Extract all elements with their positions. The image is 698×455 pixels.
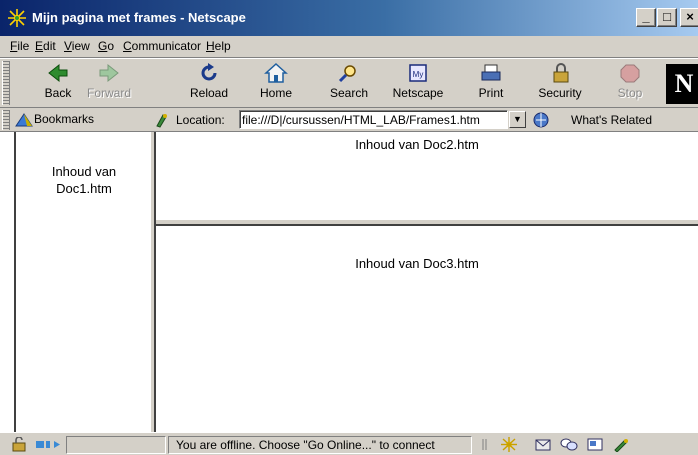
search-label: Search: [329, 86, 369, 100]
stop-label: Stop: [617, 86, 643, 100]
reload-icon: [201, 63, 217, 81]
netscape-label: Netscape: [392, 86, 444, 100]
reload-button[interactable]: Reload: [184, 62, 234, 106]
whats-related-icon[interactable]: [531, 111, 551, 129]
forward-arrow-icon: [99, 63, 119, 83]
security-lock-icon: [553, 63, 569, 83]
print-button[interactable]: Print: [471, 62, 511, 106]
location-toolbar: Bookmarks Location: file:///D|/cursussen…: [0, 108, 698, 132]
status-message: You are offline. Choose "Go Online..." t…: [176, 438, 435, 452]
home-button[interactable]: Home: [256, 62, 296, 106]
search-icon: [338, 65, 356, 83]
horizontal-frame-divider[interactable]: [156, 219, 698, 226]
composer-icon[interactable]: [612, 437, 630, 452]
security-status-icon[interactable]: [10, 437, 28, 452]
back-label: Back: [44, 86, 72, 100]
location-dropdown-button[interactable]: ▼: [509, 111, 526, 128]
navigator-component-icon[interactable]: [500, 437, 518, 452]
menu-edit[interactable]: Edit: [35, 39, 56, 53]
print-label: Print: [478, 86, 504, 100]
toolbar-grip[interactable]: [2, 61, 10, 105]
frame-bottom-text: Inhoud van Doc3.htm: [355, 256, 479, 271]
location-input[interactable]: file:///D|/cursussen/HTML_LAB/Frames1.ht…: [239, 110, 508, 129]
mail-component-icon[interactable]: [534, 437, 552, 452]
discussion-component-icon[interactable]: [560, 437, 578, 452]
title-bar[interactable]: Mijn pagina met frames - Netscape _ □ ×: [0, 0, 698, 36]
menu-communicator[interactable]: Communicator: [123, 39, 201, 53]
whats-related-button[interactable]: What's Related: [571, 113, 652, 127]
frame-top-text: Inhoud van Doc2.htm: [355, 137, 479, 152]
forward-label: Forward: [86, 86, 131, 100]
home-icon: [264, 62, 288, 83]
maximize-icon: □: [663, 9, 671, 24]
divider-bars-icon: [482, 439, 487, 450]
progress-meter: [66, 436, 166, 454]
home-label: Home: [259, 86, 292, 100]
search-button[interactable]: Search: [324, 62, 374, 106]
browser-window: Mijn pagina met frames - Netscape _ □ × …: [0, 0, 698, 455]
location-label: Location:: [176, 113, 225, 127]
print-icon: [481, 64, 501, 81]
close-button[interactable]: ×: [680, 8, 698, 27]
address-book-icon[interactable]: [586, 437, 604, 452]
minimize-button[interactable]: _: [636, 8, 656, 27]
location-grip[interactable]: [2, 110, 10, 130]
window-title: Mijn pagina met frames - Netscape: [32, 10, 246, 25]
maximize-button[interactable]: □: [657, 8, 677, 27]
security-label: Security: [538, 86, 582, 100]
minimize-icon: _: [642, 9, 650, 24]
netscape-app-icon: [8, 9, 26, 27]
netscape-button[interactable]: My Netscape: [387, 62, 449, 106]
navigation-toolbar: Back Forward Reload Home Search My Netsc…: [0, 58, 698, 108]
menu-go[interactable]: Go: [98, 39, 114, 53]
location-page-icon[interactable]: [154, 112, 170, 128]
bookmarks-icon: [15, 113, 33, 127]
back-button[interactable]: Back: [38, 62, 78, 106]
netscape-logo[interactable]: N: [666, 64, 698, 104]
stop-icon: [620, 64, 640, 83]
chevron-down-icon: ▼: [513, 114, 522, 124]
menu-view[interactable]: View: [64, 39, 90, 53]
status-bar: You are offline. Choose "Go Online..." t…: [0, 432, 698, 455]
frame-left[interactable]: Inhoud van Doc1.htm: [14, 132, 150, 432]
security-button[interactable]: Security: [532, 62, 588, 106]
reload-label: Reload: [189, 86, 229, 100]
stop-button[interactable]: Stop: [612, 62, 648, 106]
vertical-frame-divider[interactable]: [150, 132, 156, 432]
offline-status-icon[interactable]: [34, 437, 64, 452]
close-icon: ×: [686, 9, 694, 24]
bookmarks-button[interactable]: Bookmarks: [34, 112, 94, 126]
menu-file[interactable]: File: [10, 39, 29, 53]
netscape-icon: My: [409, 64, 427, 82]
frame-left-text: Inhoud van Doc1.htm: [51, 164, 117, 196]
menu-bar: File Edit View Go Communicator Help: [0, 36, 698, 58]
frameset-area: Inhoud van Doc1.htm Inhoud van Doc2.htm …: [0, 132, 698, 432]
back-arrow-icon: [48, 63, 68, 83]
menu-help[interactable]: Help: [206, 39, 231, 53]
forward-button[interactable]: Forward: [82, 62, 136, 106]
svg-text:My: My: [413, 70, 424, 79]
